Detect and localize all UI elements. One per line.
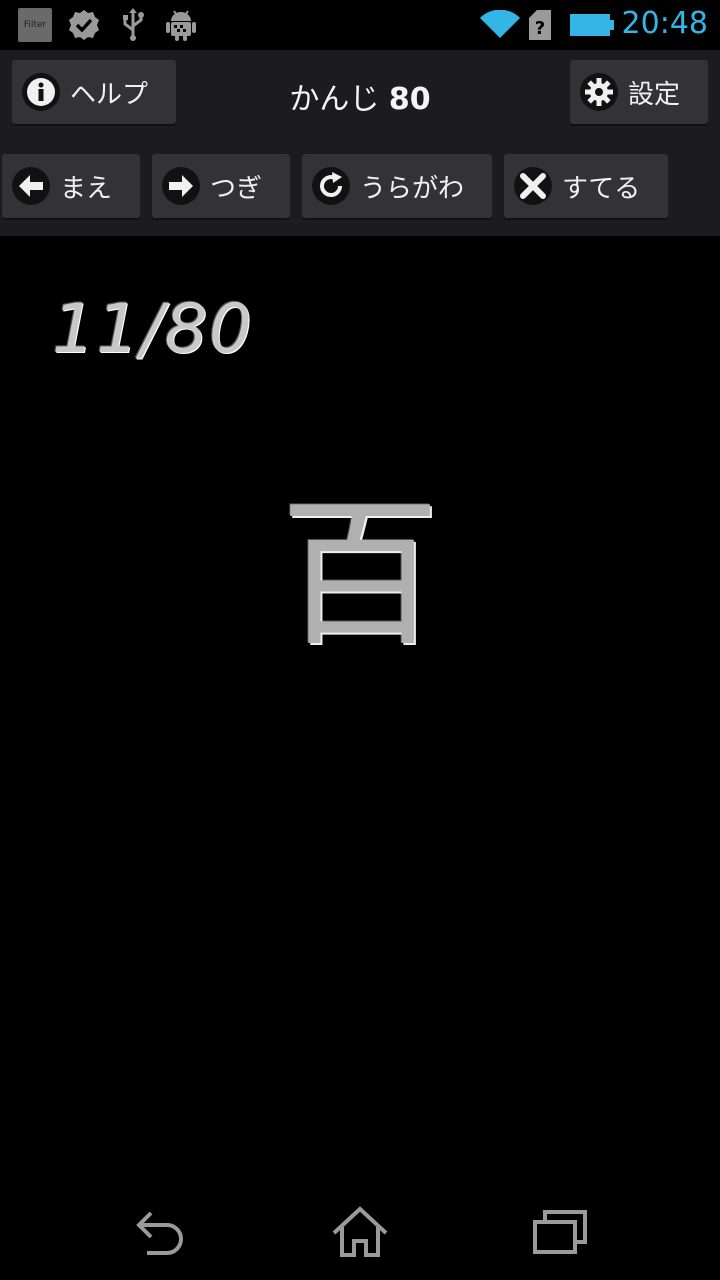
android-debug-icon — [164, 8, 198, 42]
prev-button[interactable]: まえ — [2, 154, 140, 218]
discard-button[interactable]: すてる — [504, 154, 668, 218]
settings-button[interactable]: 設定 — [570, 60, 708, 124]
back-icon[interactable] — [130, 1204, 190, 1260]
system-nav-bar — [0, 1180, 720, 1280]
home-icon[interactable] — [330, 1204, 390, 1260]
info-icon — [22, 73, 60, 111]
check-badge-icon — [66, 8, 102, 42]
card-counter: 11/80 — [52, 290, 253, 369]
arrow-right-icon — [162, 167, 200, 205]
discard-label: すてる — [562, 173, 641, 204]
help-label: ヘルプ — [70, 79, 149, 110]
next-label: つぎ — [210, 173, 263, 204]
title-number: 80 — [388, 82, 431, 117]
flip-button[interactable]: うらがわ — [302, 154, 492, 218]
status-bar: Filter ? 20:48 — [0, 0, 720, 50]
title-text: かんじ — [289, 82, 380, 117]
refresh-icon — [312, 167, 350, 205]
sim-unknown-icon: ? — [528, 8, 552, 42]
prev-label: まえ — [60, 173, 113, 204]
next-button[interactable]: つぎ — [152, 154, 290, 218]
battery-icon — [570, 8, 614, 42]
settings-label: 設定 — [628, 79, 681, 110]
usb-icon — [118, 8, 148, 42]
arrow-left-icon — [12, 167, 50, 205]
wifi-icon — [480, 8, 520, 42]
recent-apps-icon[interactable] — [530, 1204, 590, 1260]
filter-icon: Filter — [18, 8, 52, 42]
page-title: かんじ 80 — [200, 74, 520, 118]
help-button[interactable]: ヘルプ — [12, 60, 176, 124]
svg-text:?: ? — [535, 18, 545, 39]
gear-icon — [580, 73, 618, 111]
kanji-card[interactable]: 百 — [240, 495, 480, 655]
flip-label: うらがわ — [360, 173, 465, 204]
close-icon — [514, 167, 552, 205]
app-header: ヘルプ かんじ 80 設定 まえ つぎ うらがわ すてる — [0, 50, 720, 236]
clock: 20:48 — [621, 6, 708, 41]
